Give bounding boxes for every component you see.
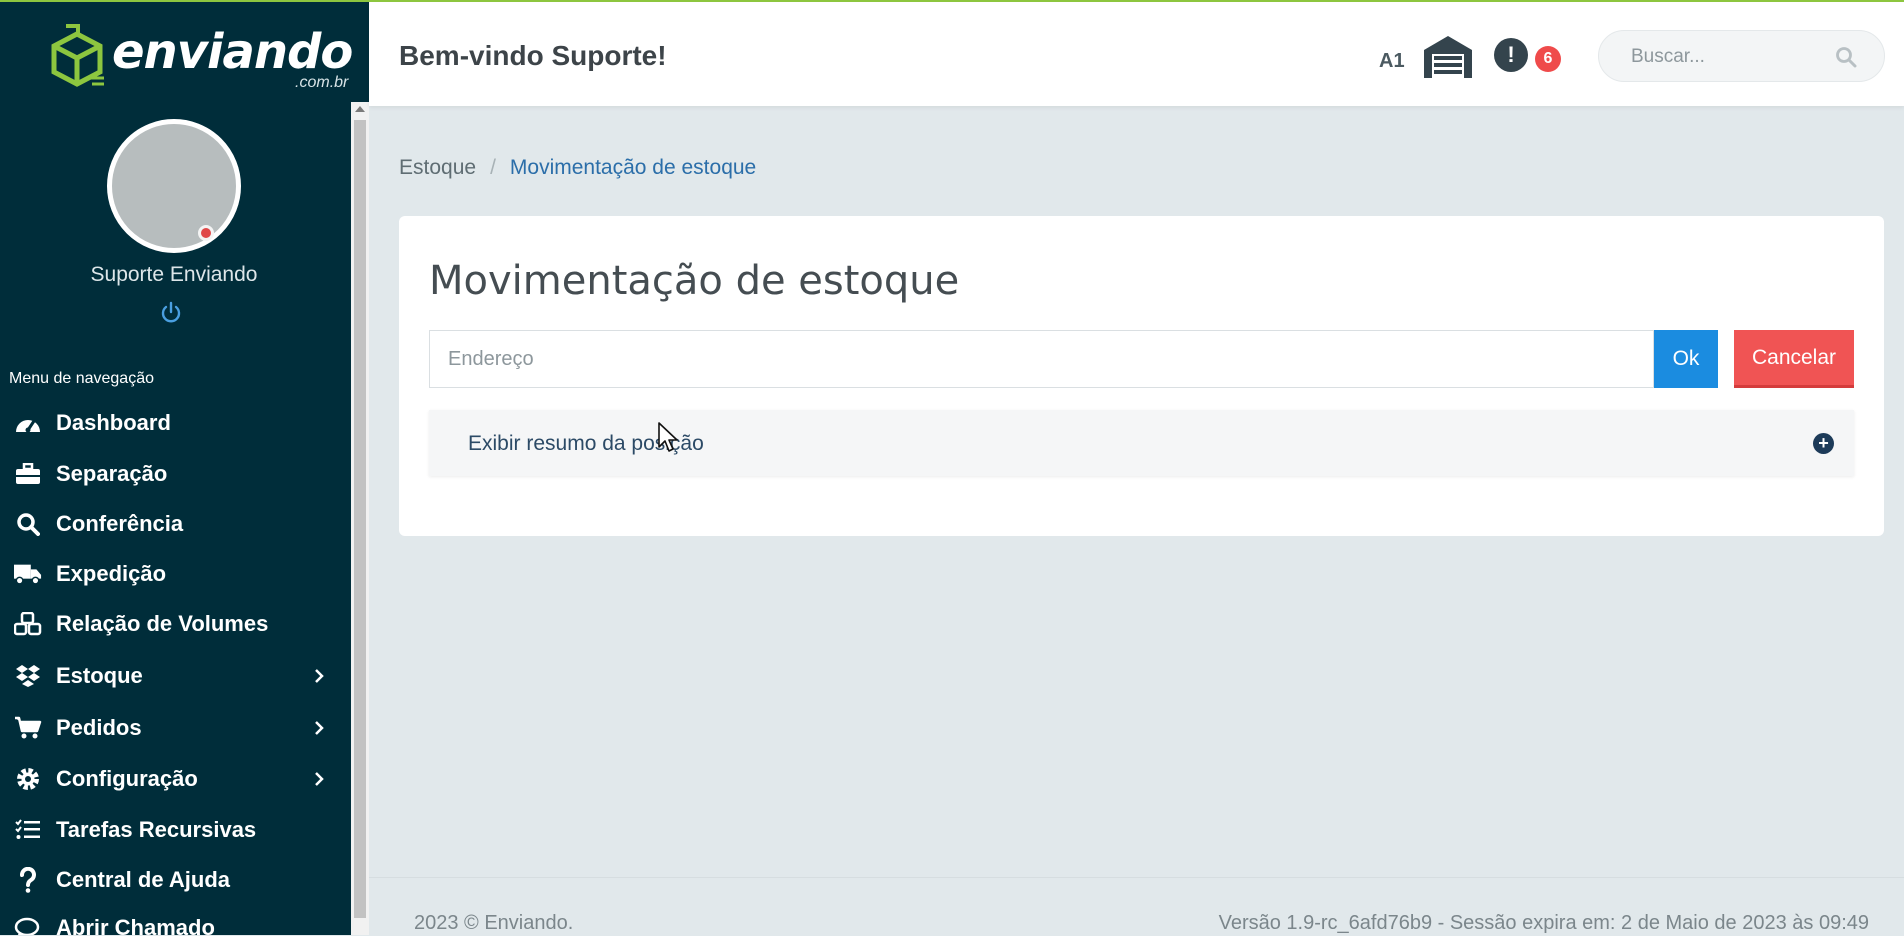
dropbox-icon [14, 662, 42, 690]
sidebar-item-pedidos[interactable]: Pedidos [0, 706, 345, 750]
sidebar-item-label: Abrir Chamado [56, 915, 215, 935]
sidebar-item-label: Separação [56, 461, 168, 486]
warehouse-icon[interactable] [1422, 34, 1474, 78]
notification-badge: 6 [1535, 46, 1561, 72]
chat-icon [14, 914, 42, 935]
page-title: Movimentação de estoque [429, 258, 960, 304]
dashboard-icon [14, 409, 42, 437]
alert-icon[interactable]: ! [1494, 38, 1528, 72]
sidebar-item-conferencia[interactable]: Conferência [0, 502, 345, 546]
breadcrumb: Estoque / Movimentação de estoque [399, 156, 756, 180]
task-list-icon [14, 816, 42, 844]
sidebar-item-label: Central de Ajuda [56, 867, 230, 892]
top-accent-line [0, 0, 1904, 2]
gear-icon [14, 765, 42, 793]
ok-button[interactable]: Ok [1654, 330, 1718, 388]
chevron-right-icon [315, 772, 324, 786]
position-summary-toggle[interactable]: Exibir resumo da posição + [429, 410, 1854, 476]
search-input[interactable] [1629, 41, 1833, 73]
sidebar-item-label: Dashboard [56, 410, 171, 435]
stock-movement-card: Movimentação de estoque Ok Cancelar Exib… [399, 216, 1884, 536]
search-icon[interactable] [1835, 46, 1857, 68]
sidebar: enviando .com.br Suporte Enviando Menu d… [0, 0, 369, 935]
sidebar-item-label: Estoque [56, 663, 143, 688]
sidebar-item-label: Pedidos [56, 715, 142, 740]
sidebar-item-label: Configuração [56, 766, 198, 791]
welcome-message: Bem-vindo Suporte! [399, 40, 667, 71]
top-header: Bem-vindo Suporte! A1 ! 6 [369, 2, 1904, 106]
breadcrumb-current[interactable]: Movimentação de estoque [510, 156, 756, 180]
sidebar-item-expedicao[interactable]: Expedição [0, 552, 345, 596]
scroll-up-arrow-icon[interactable] [355, 106, 365, 112]
sidebar-scrollbar-thumb[interactable] [354, 120, 366, 918]
logo-box-icon [51, 24, 104, 87]
sidebar-item-label: Relação de Volumes [56, 611, 269, 636]
sidebar-item-tarefas-recursivas[interactable]: Tarefas Recursivas [0, 808, 345, 852]
breadcrumb-parent[interactable]: Estoque [399, 156, 476, 180]
sidebar-item-estoque[interactable]: Estoque [0, 654, 345, 698]
logo-text: enviando [112, 24, 353, 80]
sidebar-item-configuracao[interactable]: Configuração [0, 757, 345, 801]
footer: 2023 © Enviando. Versão 1.9-rc_6afd76b9 … [369, 877, 1904, 936]
briefcase-icon [14, 460, 42, 488]
sidebar-item-label: Expedição [56, 561, 167, 586]
logo-domain: .com.br [295, 74, 349, 91]
version-session-text: Versão 1.9-rc_6afd76b9 - Sessão expira e… [1218, 912, 1869, 934]
power-icon[interactable] [160, 301, 182, 325]
plus-circle-icon[interactable]: + [1813, 433, 1834, 454]
chevron-right-icon [315, 669, 324, 683]
search-icon [14, 510, 42, 538]
cart-icon [14, 714, 42, 742]
sidebar-item-label: Tarefas Recursivas [56, 817, 257, 842]
nav-heading: Menu de navegação [9, 370, 154, 387]
cancel-button[interactable]: Cancelar [1734, 330, 1854, 388]
warehouse-code[interactable]: A1 [1379, 50, 1405, 73]
chevron-right-icon [315, 721, 324, 735]
status-indicator [198, 225, 214, 241]
avatar[interactable] [107, 119, 241, 253]
user-name: Suporte Enviando [90, 263, 258, 286]
sidebar-item-separacao[interactable]: Separação [0, 452, 345, 496]
sidebar-item-dashboard[interactable]: Dashboard [0, 401, 345, 445]
breadcrumb-separator: / [490, 156, 496, 179]
sidebar-item-label: Conferência [56, 511, 184, 536]
sidebar-item-relacao-volumes[interactable]: Relação de Volumes [0, 602, 345, 646]
truck-icon [14, 560, 42, 588]
boxes-icon [14, 610, 42, 638]
brand-logo[interactable]: enviando .com.br [48, 24, 353, 91]
question-icon [14, 866, 42, 894]
copyright-text: 2023 © Enviando. [414, 912, 574, 934]
mouse-cursor-icon [658, 422, 678, 452]
address-input[interactable] [429, 330, 1654, 388]
sidebar-item-central-ajuda[interactable]: Central de Ajuda [0, 858, 345, 902]
sidebar-item-abrir-chamado[interactable]: Abrir Chamado [0, 906, 345, 935]
